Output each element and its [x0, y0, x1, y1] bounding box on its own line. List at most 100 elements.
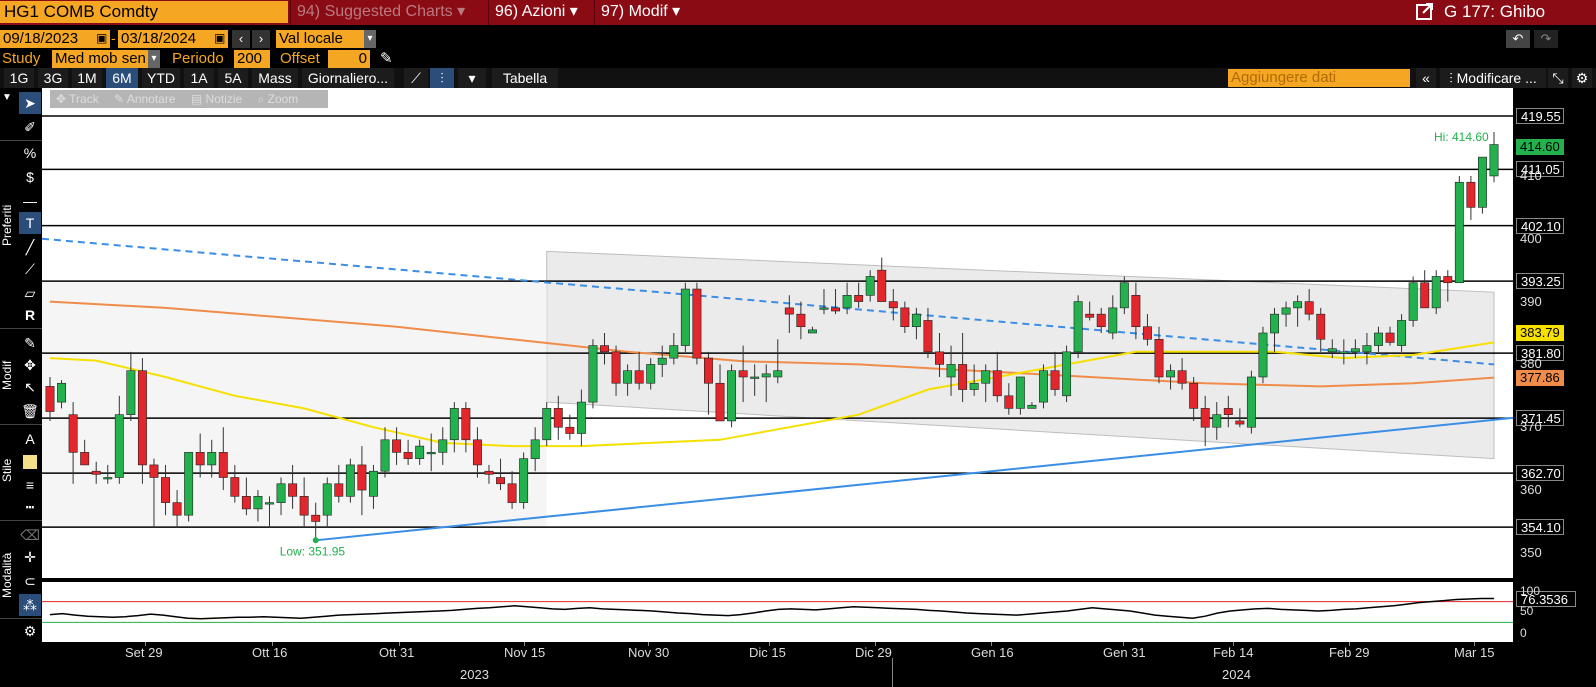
study-select[interactable]: Med mob sen: [52, 50, 160, 68]
collapse-sidebar-icon[interactable]: ▼: [2, 92, 12, 103]
channel-icon[interactable]: ▱: [19, 282, 41, 304]
azioni-menu[interactable]: 96) Azioni ▾: [488, 0, 592, 25]
candle-body: [449, 408, 459, 441]
candle-body: [1304, 301, 1314, 315]
zoom-label: Zoom: [267, 92, 299, 106]
candle-body: [114, 414, 124, 478]
candle-body: [288, 483, 298, 497]
candle-body: [195, 452, 205, 466]
chevron-down-icon[interactable]: ▾: [458, 68, 486, 88]
candle-body: [207, 452, 217, 466]
crosshair-icon[interactable]: ✛: [19, 546, 41, 568]
offset-input[interactable]: 0: [328, 50, 370, 68]
range-1m-button[interactable]: 1M: [72, 68, 102, 88]
r-tool-icon[interactable]: R: [19, 304, 41, 326]
range-1a-button[interactable]: 1A: [184, 68, 214, 88]
next-range-button[interactable]: ›: [252, 30, 270, 48]
date-tick-label: Ott 31: [379, 645, 415, 660]
percent-icon[interactable]: %: [19, 142, 41, 164]
year-separator: [892, 658, 893, 687]
multi-color-icon[interactable]: ⁂: [19, 594, 41, 616]
last-price-tag: 414.60: [1516, 139, 1564, 156]
candle-body: [819, 307, 829, 310]
suggested-charts-menu[interactable]: 94) Suggested Charts ▾: [290, 0, 485, 25]
range-1g-button[interactable]: 1G: [4, 68, 34, 88]
export-icon[interactable]: [1414, 2, 1436, 22]
line-style-icon[interactable]: ┅: [19, 496, 41, 518]
gear-icon[interactable]: ⚙: [1572, 68, 1592, 88]
range-5a-button[interactable]: 5A: [218, 68, 248, 88]
track-tool[interactable]: ✥ Track: [56, 92, 99, 106]
calendar-icon[interactable]: ▣: [96, 31, 107, 45]
price-chart[interactable]: Low: 351.95 Hi: 414.60: [41, 88, 1555, 578]
pencil-icon[interactable]: ✎: [380, 49, 393, 67]
candle-body: [773, 370, 783, 378]
start-date-field[interactable]: 09/18/2023: [0, 30, 110, 48]
date-tick-label: Dic 29: [855, 645, 892, 660]
edit-icon[interactable]: ✎: [19, 332, 41, 354]
gear-icon[interactable]: ⚙: [19, 620, 41, 642]
period-input[interactable]: 200: [234, 50, 270, 68]
chevron-down-icon[interactable]: ▾: [148, 50, 160, 68]
font-icon[interactable]: A: [19, 428, 41, 450]
select-icon[interactable]: ↖: [19, 376, 41, 398]
candle-body: [57, 382, 67, 403]
range-6m-button[interactable]: 6M: [106, 68, 138, 88]
high-annotation: Hi: 414.60: [1434, 130, 1489, 144]
horizontal-line-icon[interactable]: —: [19, 190, 41, 212]
currency-select[interactable]: Val locale: [276, 30, 376, 48]
candle-body: [1015, 376, 1025, 409]
candle-body: [530, 439, 540, 459]
dollar-icon[interactable]: $: [19, 166, 41, 188]
modify-button[interactable]: ⫶ Modificare ...: [1440, 68, 1546, 88]
candle-body: [80, 452, 90, 466]
ray-line-icon[interactable]: ⟋: [19, 258, 41, 280]
color-fill-icon[interactable]: [19, 450, 41, 472]
pen-icon[interactable]: ✐: [19, 116, 41, 138]
trash-icon[interactable]: 🗑: [19, 400, 41, 422]
undo-button[interactable]: ↶: [1506, 30, 1530, 48]
candle-chart-icon[interactable]: ⫶: [430, 68, 454, 88]
range-3g-button[interactable]: 3G: [38, 68, 68, 88]
line-chart-icon[interactable]: ⟋: [404, 68, 428, 88]
prev-range-button[interactable]: ‹: [232, 30, 250, 48]
price-tick-label: 350: [1520, 544, 1542, 560]
candle-body: [623, 370, 633, 384]
chart-subtoolbar: ✥ Track ✎ Annotare ▤ Notizie ⌕ Zoom: [50, 90, 328, 108]
move-icon[interactable]: ✥: [19, 354, 41, 376]
year-label: 2023: [460, 667, 489, 682]
candle-body: [1223, 408, 1233, 415]
table-button[interactable]: Tabella: [492, 68, 558, 88]
magnet-icon[interactable]: ⊂: [19, 570, 41, 592]
candle-body: [911, 313, 921, 328]
line-weight-icon[interactable]: ≡: [19, 474, 41, 496]
eraser-icon[interactable]: ⌫: [19, 524, 41, 546]
chevron-down-icon[interactable]: ▾: [364, 30, 376, 48]
add-data-input[interactable]: Aggiungere dati: [1228, 69, 1410, 87]
double-chevron-left-icon[interactable]: «: [1416, 68, 1436, 88]
candle-body: [1362, 345, 1372, 353]
annotate-tool[interactable]: ✎ Annotare: [114, 92, 175, 106]
date-tick: [145, 642, 146, 646]
candle-body: [715, 382, 725, 422]
candle-body: [1258, 332, 1268, 378]
news-tool[interactable]: ▤ Notizie: [191, 92, 242, 106]
frequency-select[interactable]: Giornaliero...: [302, 68, 394, 88]
calendar-icon[interactable]: ▣: [214, 31, 225, 45]
rsi-panel[interactable]: [42, 582, 1513, 642]
trend-line-icon[interactable]: ╱: [19, 236, 41, 258]
range-max-button[interactable]: Mass: [252, 68, 298, 88]
redo-button[interactable]: ↷: [1534, 30, 1558, 48]
modif-menu[interactable]: 97) Modif ▾: [594, 0, 690, 25]
candle-body: [519, 458, 529, 503]
ticker-input[interactable]: HG1 COMB Comdty: [0, 1, 288, 23]
range-ytd-button[interactable]: YTD: [142, 68, 180, 88]
end-date-field[interactable]: 03/18/2024: [118, 30, 228, 48]
candle-body: [137, 370, 147, 466]
cursor-icon[interactable]: ➤: [19, 92, 41, 114]
candle-body: [946, 364, 956, 378]
candle-body: [969, 382, 979, 390]
collapse-icon[interactable]: ⤡: [1548, 68, 1568, 88]
text-tool-icon[interactable]: T: [19, 212, 41, 234]
zoom-tool[interactable]: ⌕ Zoom: [258, 92, 299, 106]
